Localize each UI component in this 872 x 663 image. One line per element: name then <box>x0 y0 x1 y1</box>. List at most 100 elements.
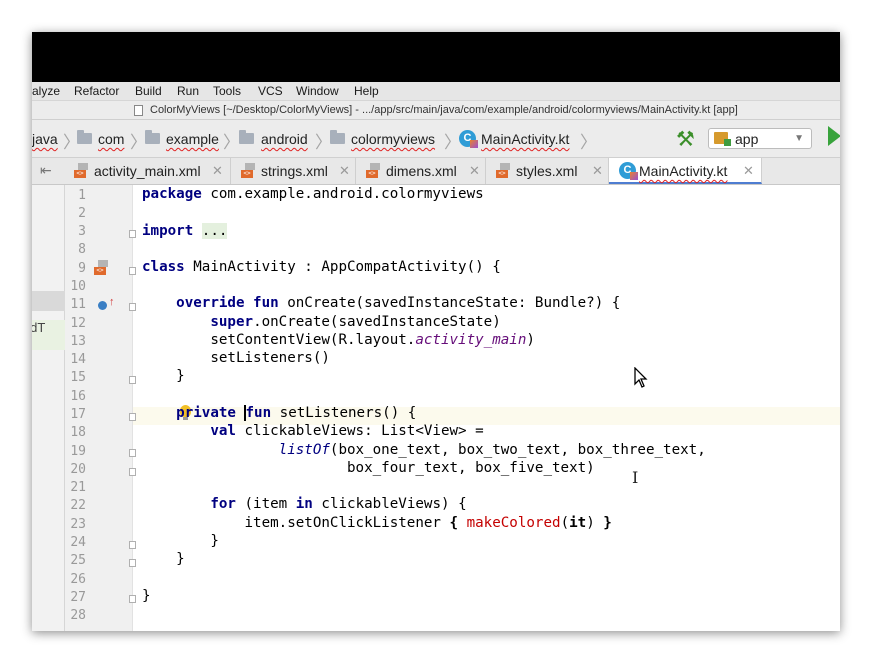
close-icon[interactable]: ✕ <box>339 163 350 179</box>
run-config-label: app <box>735 131 759 147</box>
tab-styles[interactable]: <> styles.xml ✕ <box>486 158 609 184</box>
code-line-18: val clickableViews: List<View> = <box>210 423 484 439</box>
xml-file-icon: <> <box>241 163 256 178</box>
menu-refactor[interactable]: Refactor <box>74 84 119 98</box>
line-number: 19 <box>70 444 86 459</box>
fold-marker-icon[interactable] <box>129 413 136 421</box>
project-tree-row[interactable]: oidT <box>32 320 65 350</box>
breadcrumb-android[interactable]: android <box>261 131 308 147</box>
text-caret: fun <box>243 405 272 421</box>
fold-marker-icon[interactable] <box>129 303 136 311</box>
code-line-27: } <box>142 588 151 604</box>
menu-vcs[interactable]: VCS <box>258 84 283 98</box>
fold-marker-icon[interactable] <box>129 468 136 476</box>
tab-label: MainActivity.kt <box>639 163 728 179</box>
ide-window: alyze Refactor Build Run Tools VCS Windo… <box>32 32 840 631</box>
menu-help[interactable]: Help <box>354 84 379 98</box>
fold-marker-icon[interactable] <box>129 541 136 549</box>
line-number: 20 <box>70 462 86 477</box>
close-icon[interactable]: ✕ <box>743 163 754 179</box>
line-number: 21 <box>70 480 86 495</box>
code-line-11: override fun onCreate(savedInstanceState… <box>176 295 621 311</box>
fold-marker-icon[interactable] <box>129 449 136 457</box>
fold-marker-icon[interactable] <box>129 230 136 238</box>
run-config-dropdown[interactable]: app ▼ <box>708 128 812 149</box>
close-icon[interactable]: ✕ <box>469 163 480 179</box>
code-line-9: class MainActivity : AppCompatActivity()… <box>142 259 501 275</box>
code-line-15: } <box>176 368 185 384</box>
project-panel[interactable]: oidT <box>32 185 65 631</box>
line-number: 10 <box>70 279 86 294</box>
line-number: 12 <box>70 316 86 331</box>
line-number: 11 <box>70 297 86 312</box>
folded-imports[interactable]: ... <box>201 223 228 239</box>
breadcrumb-example[interactable]: example <box>166 131 219 147</box>
navigation-bar: java 〉 com 〉 example 〉 android 〉 colormy… <box>32 120 840 157</box>
document-icon <box>134 105 143 116</box>
fold-marker-icon[interactable] <box>129 267 136 275</box>
menu-analyze[interactable]: alyze <box>32 84 60 98</box>
code-line-20: box_four_text, box_five_text) <box>347 460 595 476</box>
arrow-up-icon: ↑ <box>109 296 115 308</box>
menu-tools[interactable]: Tools <box>213 84 241 98</box>
tab-strings[interactable]: <> strings.xml ✕ <box>231 158 356 184</box>
project-tree-label: oidT <box>32 320 46 335</box>
menu-run[interactable]: Run <box>177 84 199 98</box>
code-line-22: for (item in clickableViews) { <box>210 496 467 512</box>
mouse-pointer-icon <box>634 367 648 388</box>
android-module-icon <box>714 132 731 146</box>
close-icon[interactable]: ✕ <box>592 163 603 179</box>
folder-icon <box>77 130 92 144</box>
menu-build[interactable]: Build <box>135 84 162 98</box>
code-line-12: super.onCreate(savedInstanceState) <box>210 314 501 330</box>
tab-mainactivity[interactable]: C MainActivity.kt ✕ <box>609 158 762 184</box>
breadcrumb-com[interactable]: com <box>98 131 124 147</box>
fold-marker-icon[interactable] <box>129 559 136 567</box>
line-number: 27 <box>70 590 86 605</box>
override-marker-icon[interactable] <box>98 301 107 310</box>
chevron-right-icon: 〉 <box>223 133 240 152</box>
line-number: 14 <box>70 352 86 367</box>
line-number: 23 <box>70 517 86 532</box>
editor-tabs: ⇤ <> activity_main.xml ✕ <> strings.xml … <box>32 157 840 185</box>
xml-file-icon: <> <box>496 163 511 178</box>
line-number: 9 <box>78 261 86 276</box>
folder-icon <box>330 130 345 144</box>
text-cursor-icon: I <box>632 468 639 487</box>
menu-bar: alyze Refactor Build Run Tools VCS Windo… <box>32 82 840 100</box>
line-number: 8 <box>78 242 86 257</box>
project-tree-selected-row[interactable] <box>32 291 65 311</box>
tab-label: strings.xml <box>261 163 328 179</box>
window-title: ColorMyViews [~/Desktop/ColorMyViews] - … <box>150 104 738 116</box>
tab-dimens[interactable]: <> dimens.xml ✕ <box>356 158 486 184</box>
close-icon[interactable]: ✕ <box>212 163 223 179</box>
folder-icon <box>145 130 160 144</box>
letterbox-bar <box>32 32 840 82</box>
line-number: 3 <box>78 224 86 239</box>
line-number: 16 <box>70 389 86 404</box>
fold-marker-icon[interactable] <box>129 376 136 384</box>
layout-xml-gutter-icon[interactable]: <> <box>94 260 109 275</box>
xml-file-icon: <> <box>366 163 381 178</box>
chevron-down-icon: ▼ <box>794 133 804 144</box>
code-line-19: listOf(box_one_text, box_two_text, box_t… <box>278 442 706 458</box>
code-line-14: setListeners() <box>210 350 330 366</box>
tab-list-icon[interactable]: ⇤ <box>40 162 52 179</box>
code-line-17: private fun setListeners() { <box>176 405 417 421</box>
line-number: 18 <box>70 425 86 440</box>
hammer-icon[interactable]: ⚒ <box>676 127 695 152</box>
code-line-23: item.setOnClickListener { makeColored(it… <box>244 515 612 531</box>
tab-activity-main[interactable]: <> activity_main.xml ✕ <box>64 158 231 184</box>
kotlin-file-icon: C <box>619 162 638 180</box>
code-line-25: } <box>176 551 185 567</box>
line-number: 26 <box>70 572 86 587</box>
menu-window[interactable]: Window <box>296 84 339 98</box>
line-number: 17 <box>70 407 86 422</box>
breadcrumb-mainactivity[interactable]: MainActivity.kt <box>481 131 569 147</box>
fold-marker-icon[interactable] <box>129 595 136 603</box>
line-number: 15 <box>70 370 86 385</box>
breadcrumb-colormyviews[interactable]: colormyviews <box>351 131 435 147</box>
breadcrumb-java[interactable]: java <box>32 131 58 147</box>
chevron-right-icon: 〉 <box>580 133 597 152</box>
run-icon[interactable] <box>828 126 840 146</box>
